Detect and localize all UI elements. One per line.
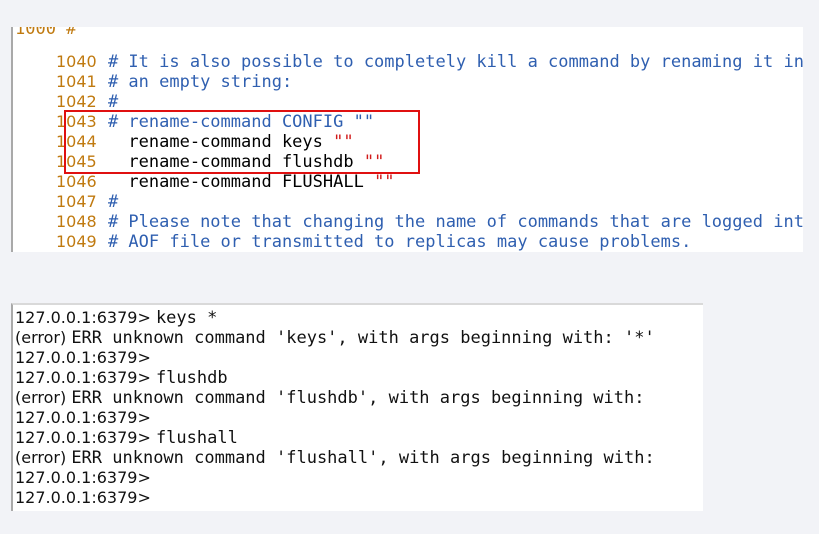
terminal-line: 127.0.0.1:6379> flushdb	[15, 368, 228, 388]
terminal-text: keys *	[155, 308, 218, 328]
editor-line: 1050	[13, 232, 108, 252]
terminal-text: ERR unknown command 'keys', with args be…	[71, 328, 655, 348]
terminal-prompt: 127.0.0.1:6379>	[15, 308, 156, 327]
terminal-prompt: 127.0.0.1:6379>	[15, 488, 156, 507]
terminal-prompt: 127.0.0.1:6379>	[15, 348, 156, 367]
terminal-prompt: (error)	[15, 328, 72, 347]
terminal-line: (error) ERR unknown command 'flushdb', w…	[15, 388, 644, 408]
terminal-line: 127.0.0.1:6379>	[15, 488, 156, 508]
line-text: # an empty string:	[107, 72, 293, 92]
terminal-line: (error) ERR unknown command 'flushall', …	[15, 448, 655, 468]
terminal-prompt: 127.0.0.1:6379>	[15, 428, 156, 447]
editor-line: 1048 # Please note that changing the name…	[13, 192, 803, 232]
terminal-text: flushdb	[155, 368, 228, 388]
terminal-prompt: (error)	[15, 388, 72, 407]
string-literal: ""	[374, 172, 395, 192]
terminal-line: 127.0.0.1:6379>	[15, 348, 156, 368]
editor-line: 1045 rename-command flushdb ""	[13, 132, 384, 172]
terminal-text: ERR unknown command 'flushdb', with args…	[71, 388, 645, 408]
editor-line: 1043 # rename-command CONFIG ""	[13, 92, 374, 132]
terminal-line: 127.0.0.1:6379>	[15, 408, 156, 428]
terminal-prompt: 127.0.0.1:6379>	[15, 368, 156, 387]
editor-line: 1041 # an empty string:	[13, 52, 292, 92]
editor-line: 1046 rename-command FLUSHALL ""	[13, 152, 395, 192]
editor-line: 1047 #	[13, 172, 118, 212]
config-editor-pane[interactable]: 1000 # 1040 # It is also possible to comp…	[11, 27, 803, 252]
editor-line: 1049 # AOF file or transmitted to replica…	[13, 212, 691, 252]
terminal-line: 127.0.0.1:6379> keys *	[15, 308, 217, 328]
terminal-prompt: 127.0.0.1:6379>	[15, 468, 156, 487]
line-text: rename-command FLUSHALL	[107, 172, 375, 192]
terminal-prompt: 127.0.0.1:6379>	[15, 408, 156, 427]
editor-line: 1044 rename-command keys ""	[13, 112, 354, 152]
terminal-text: flushall	[155, 428, 238, 448]
terminal-line: 127.0.0.1:6379>	[15, 468, 156, 488]
terminal-prompt: (error)	[15, 448, 72, 467]
editor-line: 1042 #	[13, 72, 118, 112]
terminal-line: 127.0.0.1:6379> flushall	[15, 428, 238, 448]
terminal-line: (error) ERR unknown command 'keys', with…	[15, 328, 655, 348]
redis-cli-terminal[interactable]: 127.0.0.1:6379> keys * (error) ERR unkno…	[11, 303, 703, 511]
terminal-text: ERR unknown command 'flushall', with arg…	[71, 448, 655, 468]
line-text: # AOF file or transmitted to replicas ma…	[107, 232, 692, 252]
editor-line: 1040 # It is also possible to completely …	[13, 32, 803, 72]
